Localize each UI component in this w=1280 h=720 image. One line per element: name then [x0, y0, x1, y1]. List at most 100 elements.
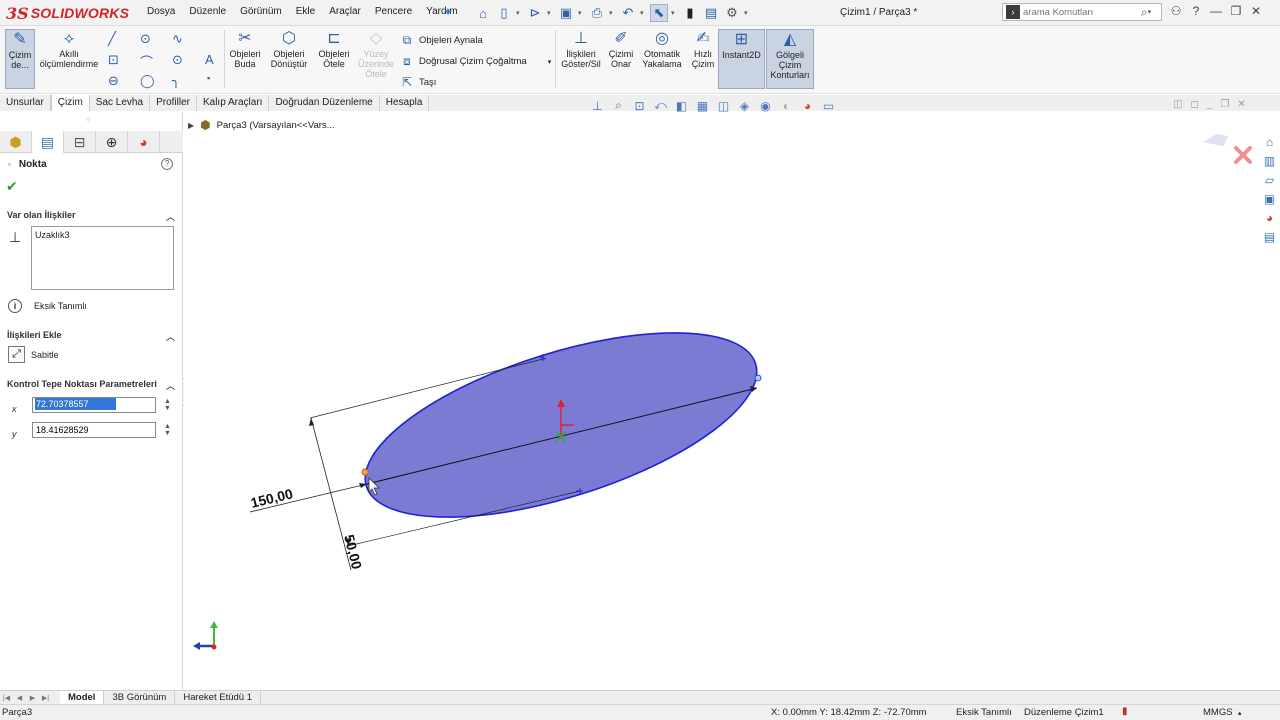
section-view-icon[interactable]: ◧ [674, 99, 689, 113]
undo-dropdown-icon[interactable]: ▾ [640, 9, 647, 17]
y-coordinate-field[interactable] [32, 422, 156, 438]
home-icon[interactable]: ⌂ [474, 4, 492, 22]
fillet-icon[interactable]: ╮ [172, 73, 180, 89]
save-dropdown-icon[interactable]: ▾ [578, 9, 585, 17]
arc-icon[interactable]: ⌒ [140, 52, 153, 71]
first-tab-icon[interactable]: |◀ [0, 694, 13, 702]
menu-edit[interactable]: Düzenle [182, 6, 233, 17]
trim-entities-button[interactable]: ✂ Objeleri Buda [228, 29, 262, 89]
search-dropdown-icon[interactable]: ▾ [1148, 8, 1155, 16]
smart-dimension-button[interactable]: ⟡ Akıllı ölçümlendirme [37, 29, 101, 89]
tab-sheet-metal[interactable]: Sac Levha [90, 95, 151, 111]
menu-file[interactable]: Dosya [140, 6, 182, 17]
save-icon[interactable]: ▣ [557, 4, 575, 22]
linear-pattern-button[interactable]: ⧈ Doğrusal Çizim Çoğaltma ▾ [400, 54, 551, 69]
tab-model[interactable]: Model [60, 690, 105, 705]
x-coordinate-field[interactable] [32, 397, 156, 413]
view-palette-icon[interactable]: ▣ [1262, 192, 1278, 208]
close-icon[interactable]: ✕ [1248, 4, 1264, 18]
new-dropdown-icon[interactable]: ▾ [516, 9, 523, 17]
convert-entities-button[interactable]: ⬡ Objeleri Dönüştür [268, 29, 310, 89]
tab-3d-view[interactable]: 3B Görünüm [104, 690, 176, 705]
y-spinner-icon[interactable]: ▲ ▼ [164, 423, 171, 437]
last-tab-icon[interactable]: ▶| [39, 694, 52, 702]
select-dropdown-icon[interactable]: ▾ [671, 9, 678, 17]
tab-mold-tools[interactable]: Kalıp Araçları [197, 95, 270, 111]
hide-show-items-icon[interactable]: ◉ [758, 99, 773, 113]
expand-arrow-icon[interactable]: ▶ [188, 121, 194, 130]
menu-insert[interactable]: Ekle [289, 6, 322, 17]
add-relations-header[interactable]: İlişkileri Ekle ︿ [0, 330, 183, 346]
units-dropdown-icon[interactable]: ▴ [1238, 709, 1242, 717]
open-folder-icon[interactable]: ⊳ [526, 4, 544, 22]
prev-tab-icon[interactable]: ◀ [13, 694, 26, 702]
options-dropdown-icon[interactable]: ▾ [744, 9, 751, 17]
tile-icon[interactable]: ◫ [1173, 99, 1182, 110]
panel-grip-icon[interactable]: ○ [86, 116, 90, 123]
tab-motion-study[interactable]: Hareket Etüdü 1 [175, 690, 261, 705]
undo-icon[interactable]: ↶ [619, 4, 637, 22]
view-settings-icon[interactable]: ▭ [821, 99, 836, 113]
new-document-icon[interactable]: ▯ [495, 4, 513, 22]
cancel-sketch-icon[interactable] [1234, 146, 1252, 164]
property-manager-tab-icon[interactable]: ▤ [32, 131, 64, 153]
help-icon[interactable]: ? [161, 158, 173, 170]
tab-direct-editing[interactable]: Doğrudan Düzenleme [269, 95, 380, 111]
instant2d-button[interactable]: ⊞ Instant2D [718, 29, 765, 89]
rapid-sketch-button[interactable]: ✍ Hızlı Çizim [690, 29, 716, 89]
reference-triad-icon[interactable] [190, 620, 224, 654]
resources-home-icon[interactable]: ⌂ [1262, 135, 1278, 151]
tab-sketch[interactable]: Çizim [50, 95, 90, 111]
appearances-icon[interactable]: ◕ [1262, 211, 1278, 227]
rebuild-indicator-icon[interactable]: ▮ [1122, 706, 1128, 717]
previous-view-icon[interactable]: ⤺ [653, 98, 668, 113]
doc-minimize-icon[interactable]: _ [1207, 99, 1213, 110]
restore-icon[interactable]: ❐ [1228, 4, 1244, 18]
list-item[interactable]: Uzaklık3 [35, 230, 170, 240]
offset-on-surface-button[interactable]: ◇ Yüzey Üzerinde Ötele [355, 29, 397, 89]
open-dropdown-icon[interactable]: ▾ [547, 9, 554, 17]
menu-help[interactable]: Yardım [419, 6, 465, 17]
menu-window[interactable]: Pencere [368, 6, 419, 17]
options-gear-icon[interactable]: ⚙ [723, 4, 741, 22]
design-library-icon[interactable]: ▥ [1262, 154, 1278, 170]
command-search-icon[interactable]: › [1006, 5, 1020, 19]
zoom-to-fit-icon[interactable]: ⌕ [611, 98, 626, 113]
mirror-entities-button[interactable]: ⧉ Objeleri Aynala [400, 33, 483, 48]
solidworks-logo[interactable]: 3S SOLIDWORKS [6, 2, 129, 24]
user-icon[interactable]: ⚇ [1168, 4, 1184, 18]
next-tab-icon[interactable]: ▶ [26, 694, 39, 702]
display-style-icon[interactable]: ◈ [737, 99, 752, 113]
zoom-to-area-icon[interactable]: ⊡ [632, 99, 647, 113]
tab-features[interactable]: Unsurlar [0, 95, 51, 111]
dynamic-annotation-icon[interactable]: ▦ [695, 99, 710, 113]
existing-relations-header[interactable]: Var olan İlişkiler ︿ [0, 210, 183, 226]
x-spinner-icon[interactable]: ▲ ▼ [164, 398, 171, 412]
collapse-chevron-icon[interactable]: ︿ [166, 210, 175, 223]
tree-item-part[interactable]: Parça3 (Varsayılan<<Vars... [217, 120, 335, 131]
pin-icon[interactable]: ✦ [443, 5, 453, 19]
control-vertex-params-header[interactable]: Kontrol Tepe Noktası Parametreleri ︿ [0, 379, 183, 395]
select-cursor-icon[interactable]: ⬉ [650, 4, 668, 22]
repair-sketch-button[interactable]: ✐ Çizimi Onar [606, 29, 636, 89]
ellipse-icon[interactable]: ◯ [140, 73, 155, 89]
configuration-manager-tab-icon[interactable]: ⊟ [64, 131, 96, 153]
print-icon[interactable]: ⎙ [588, 4, 606, 22]
exit-sketch-corner-icon[interactable] [1203, 134, 1228, 146]
rectangle-icon[interactable]: ⊡ [108, 52, 119, 68]
traffic-light-icon[interactable]: ▮ [681, 4, 699, 22]
doc-restore-icon[interactable]: ◻ [1190, 99, 1198, 110]
print-dropdown-icon[interactable]: ▾ [609, 9, 616, 17]
edit-appearance-icon[interactable]: ◐ [779, 99, 794, 113]
file-explorer-icon[interactable]: ▱ [1262, 173, 1278, 189]
view-orientation-triad-icon[interactable]: ⊥ [590, 99, 605, 113]
tab-evaluate[interactable]: Hesapla [380, 95, 430, 111]
doc-maximize-icon[interactable]: ❐ [1220, 99, 1229, 110]
collapse-chevron-icon[interactable]: ︿ [166, 379, 175, 392]
status-units[interactable]: MMGS [1203, 707, 1233, 718]
file-properties-icon[interactable]: ▤ [702, 4, 720, 22]
display-manager-tab-icon[interactable]: ◕ [128, 131, 160, 153]
point-icon[interactable]: ▪ [207, 73, 210, 83]
magnifier-icon[interactable]: ⌕ [1141, 5, 1148, 20]
move-entities-button[interactable]: ⇱ Taşı [400, 75, 436, 89]
